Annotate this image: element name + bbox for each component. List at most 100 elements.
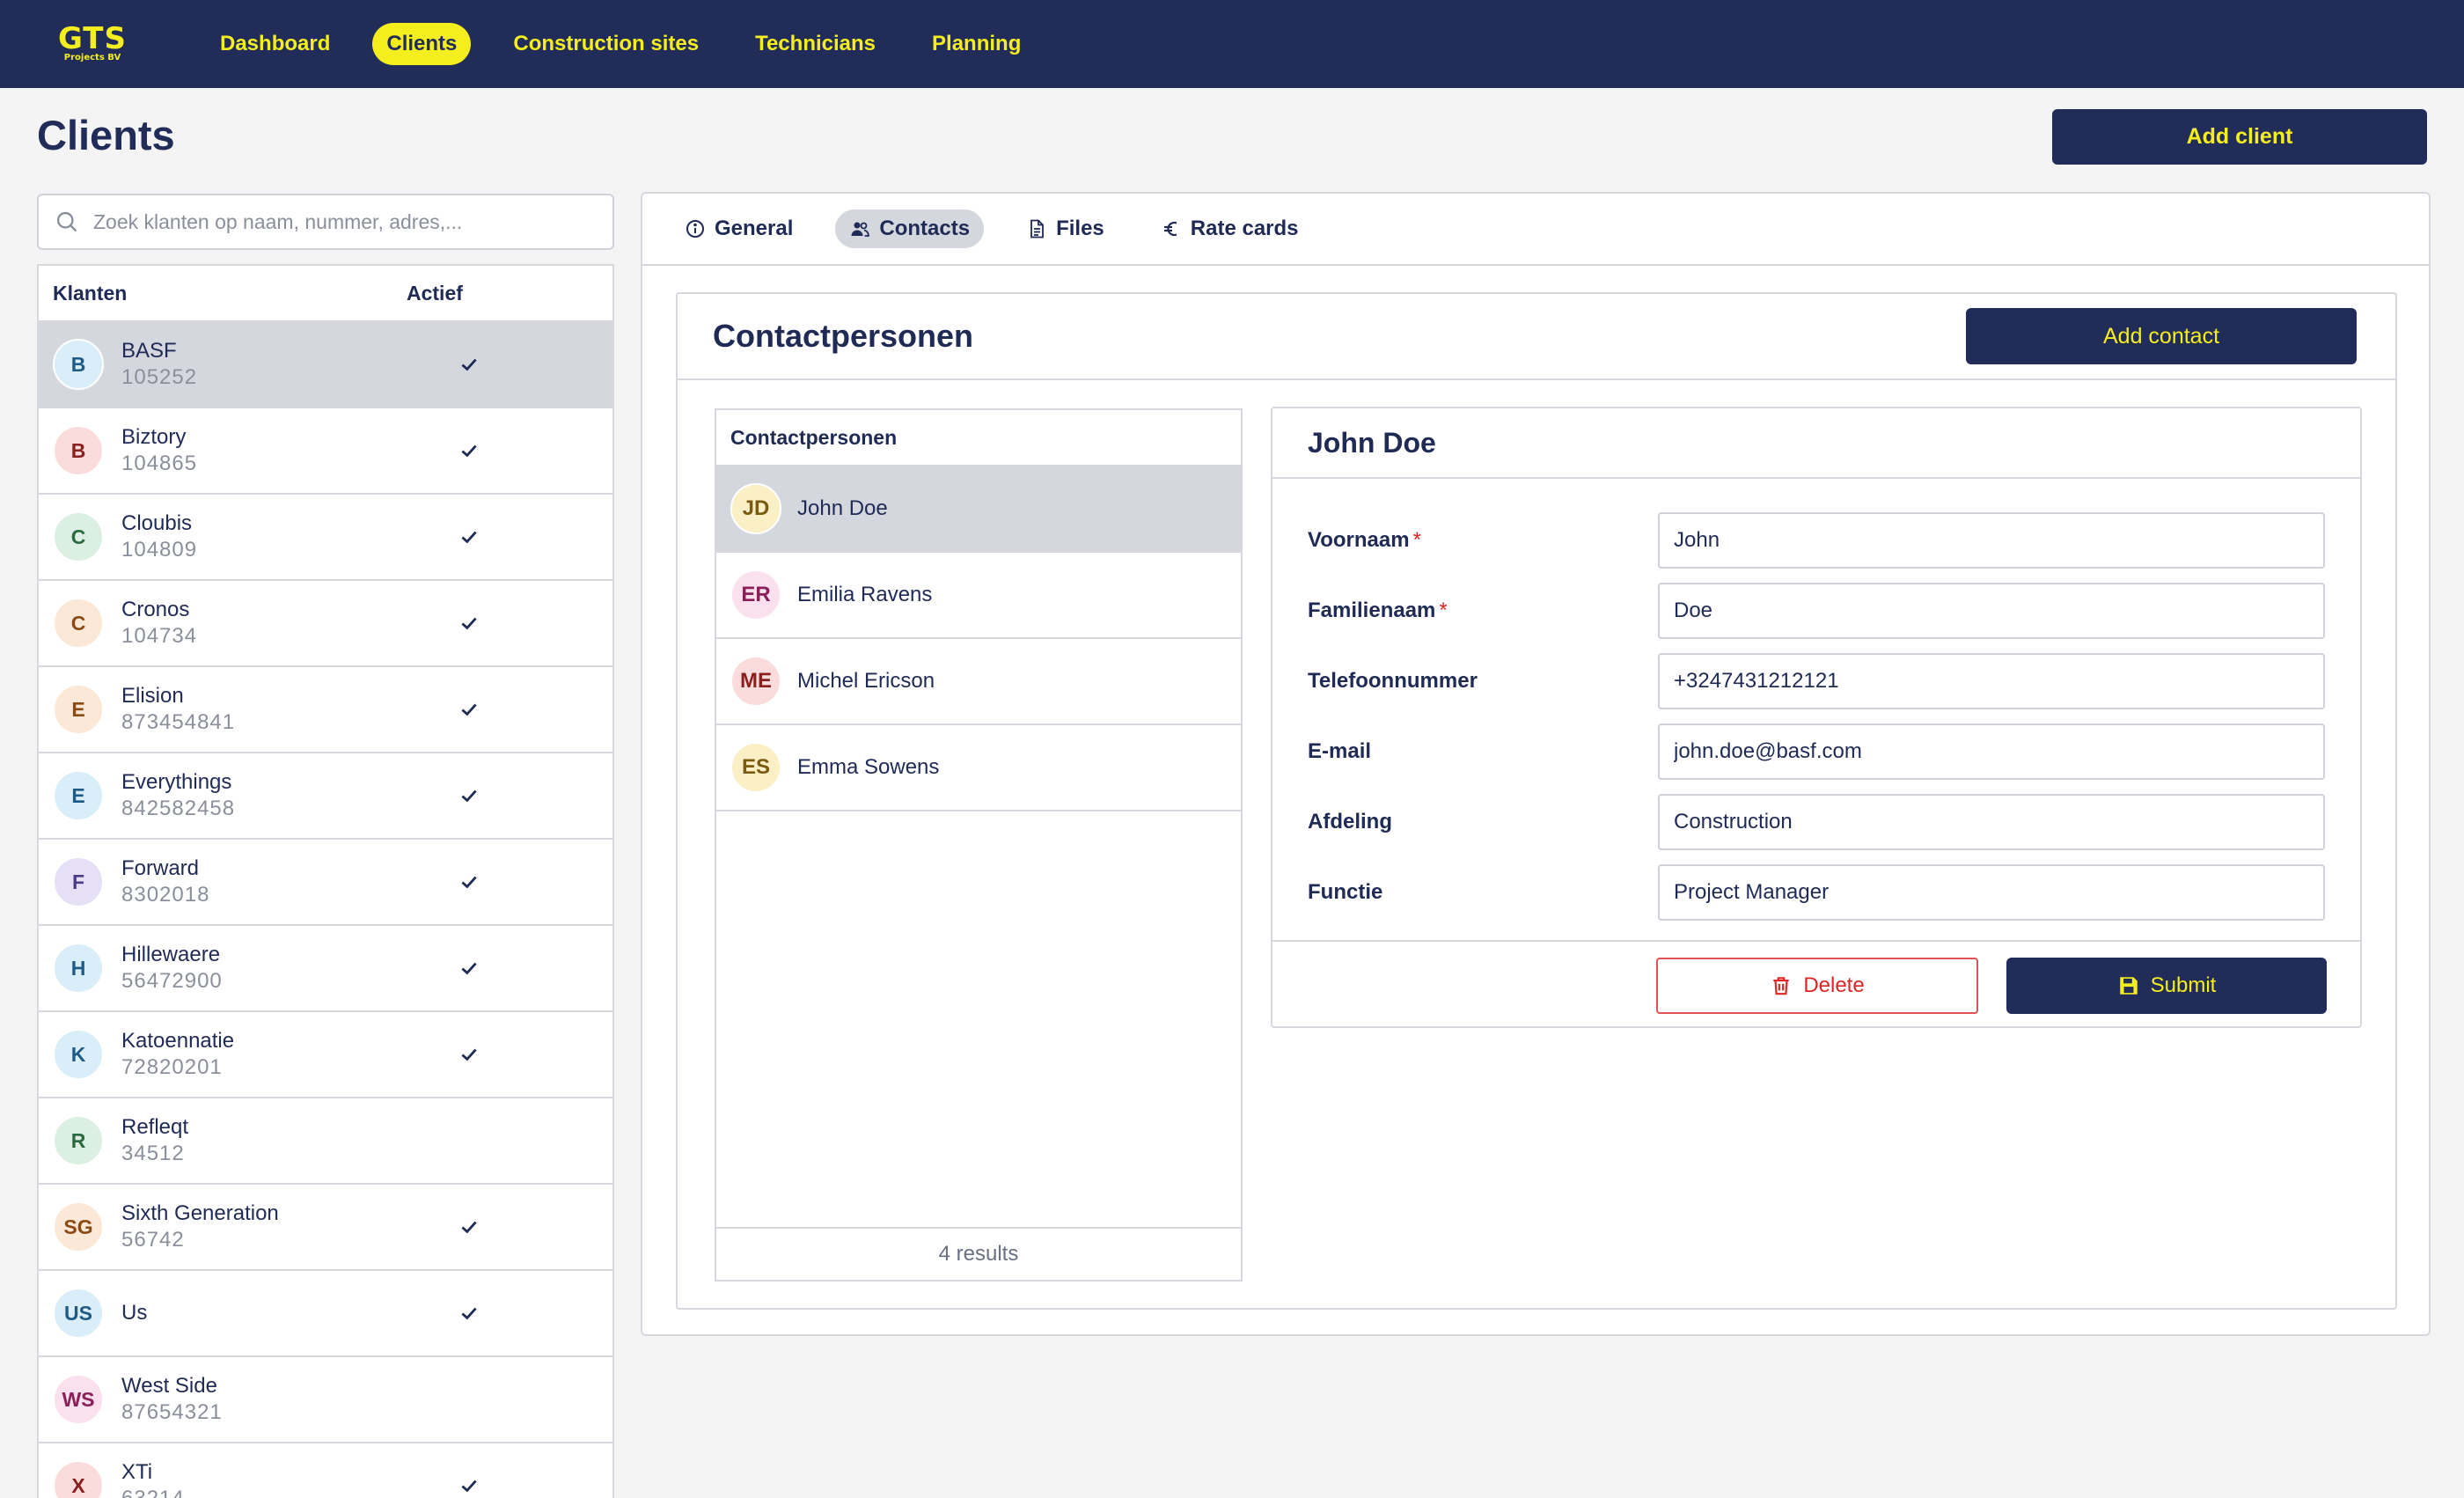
client-info: Cronos 104734 [121,597,458,650]
company-logo[interactable]: GTS Projects BV [53,22,132,66]
client-row[interactable]: F Forward 8302018 [39,840,612,926]
client-row[interactable]: H Hillewaere 56472900 [39,926,612,1012]
client-row[interactable]: B BASF 105252 [39,322,612,408]
contact-name: Emilia Ravens [797,583,933,606]
avatar: B [53,339,104,390]
add-client-button[interactable]: Add client [2052,109,2427,165]
search-input[interactable] [93,209,586,234]
contact-name: Michel Ericson [797,669,935,693]
tab-contacts[interactable]: Contacts [835,209,985,248]
client-name: Elision [121,684,184,708]
nav-construction-sites[interactable]: Construction sites [499,23,713,65]
client-info: Biztory 104865 [121,424,458,477]
client-info: Us [121,1300,458,1326]
client-number: 63214 [121,1486,458,1498]
e-mail-field[interactable] [1658,723,2325,780]
functie-field[interactable] [1658,864,2325,921]
check-icon [461,1480,477,1493]
contact-row[interactable]: JD John Doe [716,466,1241,553]
client-row[interactable]: WS West Side 87654321 [39,1357,612,1443]
avatar: C [53,511,104,562]
tab-label: Contacts [879,217,971,240]
client-name: Forward [121,856,200,880]
client-row[interactable]: E Everythings 842582458 [39,753,612,840]
contact-form: John Doe Voornaam*Familienaam*Telefoonnu… [1271,407,2362,1028]
client-row[interactable]: X XTi 63214 [39,1443,612,1498]
avatar: B [53,425,104,476]
avatar: E [53,770,104,821]
client-row[interactable]: B Biztory 104865 [39,408,612,495]
tab-files[interactable]: Files [1012,209,1118,248]
voornaam-field[interactable] [1658,512,2325,569]
contacts-card: Contactpersonen Add contact Contactperso… [676,292,2397,1310]
check-icon [461,789,477,803]
info-icon [686,220,704,238]
contact-row[interactable]: ER Emilia Ravens [716,553,1241,639]
client-row[interactable]: C Cloubis 104809 [39,495,612,581]
column-header-clients[interactable]: Klanten [39,282,407,305]
check-icon [461,1221,477,1234]
check-icon [461,531,477,544]
client-row[interactable]: SG Sixth Generation 56742 [39,1185,612,1271]
contact-form-fields: Voornaam*Familienaam*TelefoonnummerE-mai… [1272,479,2360,942]
nav-technicians[interactable]: Technicians [741,23,890,65]
avatar: US [53,1288,104,1339]
form-row: Afdeling [1308,787,2325,857]
contacts-title: Contactpersonen [713,318,974,354]
client-name: Refleqt [121,1115,189,1139]
detail-tabs: General Contacts Files Rate cards [642,194,2429,266]
field-label-text: E-mail [1308,739,1372,763]
field-label: Afdeling [1308,810,1658,834]
avatar: X [53,1460,104,1498]
client-row[interactable]: C Cronos 104734 [39,581,612,667]
client-search[interactable] [37,194,614,250]
field-label: Functie [1308,880,1658,905]
client-row[interactable]: K Katoennatie 72820201 [39,1012,612,1098]
client-name: BASF [121,339,177,363]
delete-button[interactable]: Delete [1656,958,1978,1014]
contact-rows: JD John Doe ER Emilia Ravens ME Michel Ericso… [716,466,1241,811]
client-info: Sixth Generation 56742 [121,1201,458,1253]
client-row[interactable]: R Refleqt 34512 [39,1098,612,1185]
check-icon [461,1048,477,1061]
client-row[interactable]: US Us [39,1271,612,1357]
client-name: Cloubis [121,511,193,535]
client-name: XTi [121,1460,153,1484]
search-icon [56,211,77,232]
client-info: BASF 105252 [121,338,458,391]
client-info: Hillewaere 56472900 [121,942,458,995]
avatar: E [53,684,104,735]
check-icon [461,617,477,630]
add-contact-button[interactable]: Add contact [1966,308,2357,364]
nav-dashboard[interactable]: Dashboard [206,23,344,65]
tab-label: Rate cards [1190,217,1299,240]
save-icon [2119,977,2138,995]
avatar: WS [53,1374,104,1425]
trash-icon [1773,977,1789,995]
tab-general[interactable]: General [671,209,807,248]
contact-name: Emma Sowens [797,755,940,779]
client-info: Elision 873454841 [121,683,458,736]
column-header-active[interactable]: Actief [407,282,463,305]
form-row: Familienaam * [1308,576,2325,646]
avatar: SG [53,1201,104,1252]
nav-planning[interactable]: Planning [918,23,1035,65]
tab-rate-cards[interactable]: Rate cards [1147,209,1313,248]
contact-row[interactable]: ME Michel Ericson [716,639,1241,725]
afdeling-field[interactable] [1658,794,2325,850]
client-number: 34512 [121,1142,185,1165]
client-info: Cloubis 104809 [121,510,458,563]
familienaam-field[interactable] [1658,583,2325,639]
nav-clients[interactable]: Clients [372,23,472,65]
results-count: 4 results [716,1227,1241,1280]
delete-label: Delete [1803,973,1865,997]
check-icon [461,1307,477,1320]
submit-button[interactable]: Submit [2006,958,2327,1014]
tab-label: Files [1056,217,1104,240]
field-label-text: Telefoonnummer [1308,669,1478,693]
telefoonnummer-field[interactable] [1658,653,2325,709]
check-icon [461,444,477,458]
client-number: 105252 [121,365,198,389]
contact-row[interactable]: ES Emma Sowens [716,725,1241,811]
client-row[interactable]: E Elision 873454841 [39,667,612,753]
